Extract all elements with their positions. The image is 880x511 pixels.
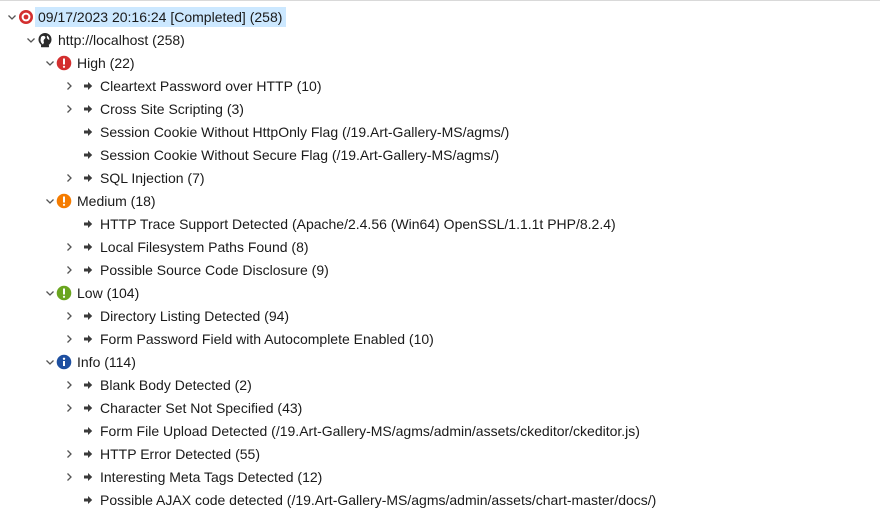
expand-chevron-icon[interactable] (63, 448, 75, 460)
tree-node-finding[interactable]: Character Set Not Specified (43) (0, 396, 880, 419)
arrow-right-icon (82, 80, 94, 92)
expand-chevron-icon[interactable] (63, 379, 75, 391)
tree-node-finding[interactable]: Cleartext Password over HTTP (10) (0, 74, 880, 97)
tree-node-finding[interactable]: Interesting Meta Tags Detected (12) (0, 465, 880, 488)
node-label: 09/17/2023 20:16:24 [Completed] (258) (35, 6, 287, 27)
node-label: Possible AJAX code detected (/19.Art-Gal… (100, 491, 657, 508)
expand-chevron-icon[interactable] (63, 80, 75, 92)
arrow-right-icon (82, 149, 94, 161)
arrow-right-icon (82, 333, 94, 345)
tree-node-finding[interactable]: Possible AJAX code detected (/19.Art-Gal… (0, 488, 880, 511)
node-label: Local Filesystem Paths Found (8) (100, 238, 309, 255)
tree-node-severity[interactable]: Medium (18) (0, 189, 880, 212)
tree-node-finding[interactable]: HTTP Error Detected (55) (0, 442, 880, 465)
tree-node-severity[interactable]: Low (104) (0, 281, 880, 304)
tree-node-finding[interactable]: Possible Source Code Disclosure (9) (0, 258, 880, 281)
arrow-right-icon (82, 126, 94, 138)
top-divider (0, 0, 880, 1)
node-label: Possible Source Code Disclosure (9) (100, 261, 329, 278)
arrow-right-icon (82, 494, 94, 506)
node-label: HTTP Error Detected (55) (100, 445, 261, 462)
node-label: http://localhost (258) (58, 31, 185, 48)
results-tree: 09/17/2023 20:16:24 [Completed] (258) htt… (0, 0, 880, 510)
expand-chevron-icon[interactable] (63, 103, 75, 115)
collapse-chevron-icon[interactable] (44, 356, 56, 368)
node-label: Directory Listing Detected (94) (100, 307, 290, 324)
target-icon (18, 9, 34, 25)
expand-chevron-icon[interactable] (63, 241, 75, 253)
collapse-chevron-icon[interactable] (44, 287, 56, 299)
exclamation-icon (56, 55, 72, 71)
expand-chevron-icon[interactable] (63, 310, 75, 322)
tree-node-finding[interactable]: Blank Body Detected (2) (0, 373, 880, 396)
expand-chevron-icon[interactable] (63, 402, 75, 414)
node-label: Blank Body Detected (2) (100, 376, 252, 393)
collapse-chevron-icon[interactable] (44, 57, 56, 69)
arrow-right-icon (82, 241, 94, 253)
exclamation-icon (56, 285, 72, 301)
node-label: Session Cookie Without HttpOnly Flag (/1… (100, 123, 510, 140)
expand-chevron-icon[interactable] (63, 172, 75, 184)
node-label: Form Password Field with Autocomplete En… (100, 330, 434, 347)
tree-node-severity[interactable]: Info (114) (0, 350, 880, 373)
globe-icon (37, 32, 53, 48)
node-label: Interesting Meta Tags Detected (12) (100, 468, 323, 485)
tree-node-finding[interactable]: HTTP Trace Support Detected (Apache/2.4.… (0, 212, 880, 235)
tree-node-host[interactable]: http://localhost (258) (0, 28, 880, 51)
node-label: Medium (18) (77, 192, 156, 209)
tree-node-severity[interactable]: High (22) (0, 51, 880, 74)
expand-chevron-icon[interactable] (63, 471, 75, 483)
info-icon (56, 354, 72, 370)
expand-chevron-icon[interactable] (63, 333, 75, 345)
arrow-right-icon (82, 310, 94, 322)
tree-node-finding[interactable]: Local Filesystem Paths Found (8) (0, 235, 880, 258)
arrow-right-icon (82, 425, 94, 437)
exclamation-icon (56, 193, 72, 209)
arrow-right-icon (82, 402, 94, 414)
expand-chevron-icon[interactable] (63, 264, 75, 276)
collapse-chevron-icon[interactable] (6, 11, 18, 23)
node-label: Character Set Not Specified (43) (100, 399, 303, 416)
tree-node-finding[interactable]: Form File Upload Detected (/19.Art-Galle… (0, 419, 880, 442)
node-label: Cross Site Scripting (3) (100, 100, 244, 117)
collapse-chevron-icon[interactable] (25, 34, 37, 46)
node-label: HTTP Trace Support Detected (Apache/2.4.… (100, 215, 616, 232)
tree-node-finding[interactable]: Session Cookie Without Secure Flag (/19.… (0, 143, 880, 166)
node-label: Cleartext Password over HTTP (10) (100, 77, 322, 94)
arrow-right-icon (82, 218, 94, 230)
arrow-right-icon (82, 448, 94, 460)
tree-node-finding[interactable]: Form Password Field with Autocomplete En… (0, 327, 880, 350)
tree-node-finding[interactable]: Cross Site Scripting (3) (0, 97, 880, 120)
node-label: Low (104) (77, 284, 140, 301)
tree-node-finding[interactable]: Directory Listing Detected (94) (0, 304, 880, 327)
node-label: High (22) (77, 54, 135, 71)
node-label: Session Cookie Without Secure Flag (/19.… (100, 146, 500, 163)
tree-node-finding[interactable]: SQL Injection (7) (0, 166, 880, 189)
node-label: Info (114) (77, 353, 136, 370)
arrow-right-icon (82, 379, 94, 391)
arrow-right-icon (82, 471, 94, 483)
tree-node-scan[interactable]: 09/17/2023 20:16:24 [Completed] (258) (0, 5, 880, 28)
tree-node-finding[interactable]: Session Cookie Without HttpOnly Flag (/1… (0, 120, 880, 143)
arrow-right-icon (82, 172, 94, 184)
arrow-right-icon (82, 264, 94, 276)
node-label: SQL Injection (7) (100, 169, 205, 186)
collapse-chevron-icon[interactable] (44, 195, 56, 207)
arrow-right-icon (82, 103, 94, 115)
node-label: Form File Upload Detected (/19.Art-Galle… (100, 422, 640, 439)
